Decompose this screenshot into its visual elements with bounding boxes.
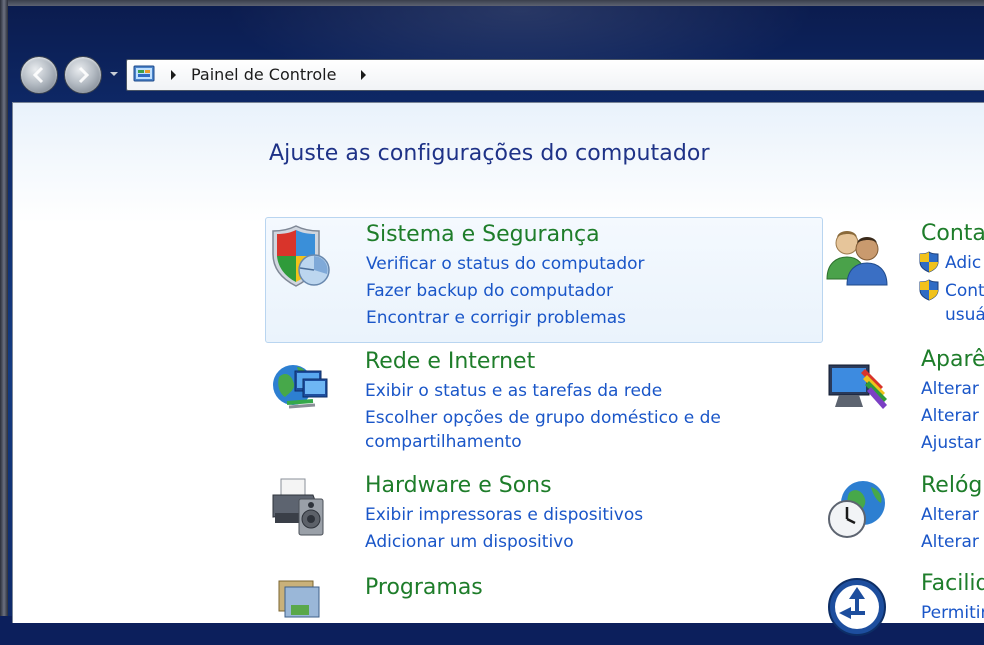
category-hardware-sound[interactable]: Hardware e Sons Exibir impressoras e dis…: [265, 469, 821, 565]
link-add-user[interactable]: Adic: [945, 253, 981, 273]
users-icon: [826, 231, 888, 286]
link-appearance-3[interactable]: Ajustar: [921, 433, 981, 453]
category-title-system-security[interactable]: Sistema e Segurança: [366, 222, 600, 247]
window-frame-left: [0, 0, 8, 616]
link-appearance-2[interactable]: Alterar p: [921, 406, 984, 426]
category-title-ease-of-access[interactable]: Facilid: [921, 571, 984, 596]
recent-pages-dropdown-icon[interactable]: [108, 66, 120, 82]
control-panel-icon: [133, 65, 155, 82]
link-view-devices-printers[interactable]: Exibir impressoras e dispositivos: [365, 505, 643, 525]
category-title-hardware-sound[interactable]: Hardware e Sons: [365, 473, 552, 498]
link-ease-of-access-1[interactable]: Permitir: [921, 603, 984, 623]
ease-of-access-icon: [828, 578, 886, 636]
display-appearance-icon: [828, 364, 887, 409]
address-bar[interactable]: Painel de Controle: [126, 59, 984, 91]
category-title-network-internet[interactable]: Rede e Internet: [365, 349, 535, 374]
link-network-status-tasks[interactable]: Exibir o status e as tarefas da rede: [365, 381, 662, 401]
window-frame-top: [0, 0, 984, 6]
link-parental-controls[interactable]: Cont: [945, 281, 984, 301]
breadcrumb-separator-icon[interactable]: [359, 69, 367, 81]
category-system-security[interactable]: Sistema e Segurança Verificar o status d…: [265, 217, 823, 343]
arrow-right-icon: [78, 66, 90, 84]
page-title: Ajuste as configurações do computador: [269, 141, 710, 166]
programs-box-icon: [278, 580, 320, 618]
forward-button[interactable]: [64, 56, 102, 94]
link-sharing[interactable]: compartilhamento: [365, 432, 522, 452]
category-title-clock-region[interactable]: Relóg: [921, 473, 982, 498]
link-find-fix-problems[interactable]: Encontrar e corrigir problemas: [366, 308, 626, 328]
shield-icon: [272, 225, 330, 287]
breadcrumb-separator-icon[interactable]: [169, 69, 177, 81]
printer-speaker-icon: [272, 478, 324, 536]
content-area: Ajuste as configurações do computador Si…: [12, 102, 984, 636]
link-check-computer-status[interactable]: Verificar o status do computador: [366, 254, 645, 274]
link-clock-1[interactable]: Alterar d: [921, 505, 984, 525]
uac-shield-icon: [919, 251, 939, 273]
category-programs[interactable]: Programas: [265, 571, 821, 631]
link-add-device[interactable]: Adicionar um dispositivo: [365, 532, 574, 552]
clock-globe-icon: [828, 481, 885, 538]
category-network-internet[interactable]: Rede e Internet Exibir o status e as tar…: [265, 345, 821, 457]
back-button[interactable]: [20, 56, 58, 94]
arrow-left-icon: [32, 66, 44, 84]
category-title-user-accounts[interactable]: Conta: [921, 221, 984, 246]
link-homegroup-options[interactable]: Escolher opções de grupo doméstico e de: [365, 408, 721, 428]
uac-shield-icon: [919, 279, 939, 301]
network-globe-icon: [273, 365, 328, 409]
link-clock-2[interactable]: Alterar i: [921, 532, 984, 552]
link-appearance-1[interactable]: Alterar o: [921, 379, 984, 399]
breadcrumb-control-panel[interactable]: Painel de Controle: [191, 65, 336, 84]
link-backup-computer[interactable]: Fazer backup do computador: [366, 281, 613, 301]
link-users[interactable]: usuá: [945, 305, 984, 325]
category-title-programs[interactable]: Programas: [365, 575, 483, 600]
category-title-appearance[interactable]: Aparê: [921, 347, 984, 372]
